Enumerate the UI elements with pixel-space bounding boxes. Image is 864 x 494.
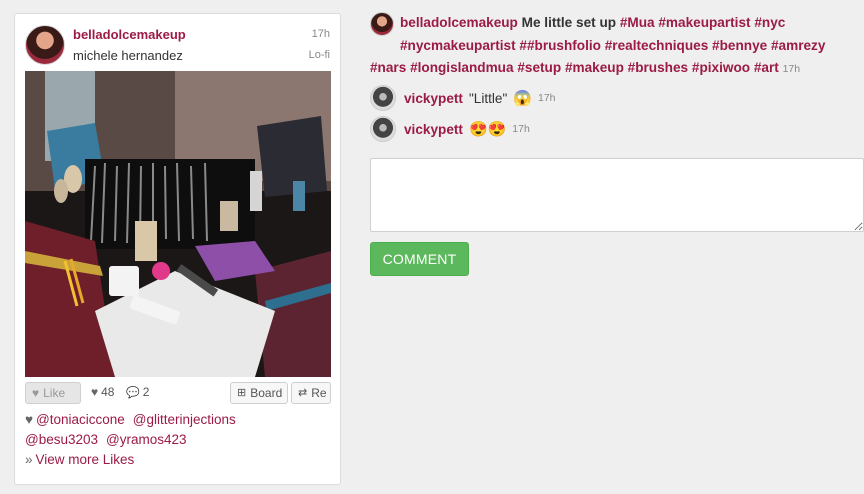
repost-icon: ⇄ bbox=[298, 387, 308, 399]
board-label: Board bbox=[250, 386, 283, 400]
liker-link[interactable]: @glitterinjections bbox=[133, 412, 236, 427]
heart-icon: ♥ bbox=[91, 385, 99, 399]
comment: vickypett 😍😍 17h bbox=[370, 116, 850, 142]
speech-bubble-icon: 💬 bbox=[126, 386, 140, 399]
post-time: 17h bbox=[311, 28, 330, 40]
view-more-likes-link[interactable]: » View more Likes bbox=[25, 452, 134, 467]
hashtag-link[interactable]: #nars bbox=[370, 60, 406, 75]
liker-link[interactable]: @toniaciccone bbox=[36, 412, 125, 427]
comment: vickypett "Little" 😱 17h bbox=[370, 85, 850, 111]
comment-time: 17h bbox=[538, 92, 556, 104]
avatar[interactable] bbox=[25, 25, 65, 65]
avatar[interactable] bbox=[370, 116, 396, 142]
hashtag-link[interactable]: #makeup bbox=[565, 60, 624, 75]
comment-input[interactable] bbox=[370, 158, 864, 232]
likers-list: ♥ @toniaciccone @glitterinjections @besu32… bbox=[25, 410, 331, 470]
comment-emoji: 😍😍 bbox=[468, 121, 507, 138]
liker-link[interactable]: @yramos423 bbox=[106, 432, 187, 447]
hashtag-link[interactable]: #art bbox=[754, 60, 779, 75]
hashtag-link[interactable]: #amrezy bbox=[771, 38, 825, 53]
heart-icon: ♥ bbox=[32, 386, 40, 400]
post-caption: belladolcemakeup Me little set up #Mua #… bbox=[370, 12, 840, 81]
avatar[interactable] bbox=[370, 85, 396, 111]
board-button[interactable]: ⊞ Board bbox=[230, 382, 288, 404]
post-photo[interactable] bbox=[25, 71, 331, 377]
post-actions: ♥ Like ♥ 48 💬 2 ⊞ Board ⇄ Re bbox=[25, 382, 331, 404]
hashtag-link[interactable]: #makeupartist bbox=[658, 15, 750, 30]
post-full-name: michele hernandez bbox=[73, 48, 183, 63]
repost-label: Re bbox=[311, 386, 327, 400]
hashtag-link[interactable]: ##brushfolio bbox=[519, 38, 601, 53]
post-username[interactable]: belladolcemakeup bbox=[73, 27, 186, 42]
repost-button[interactable]: ⇄ Re bbox=[291, 382, 331, 404]
comment-button[interactable]: COMMENT bbox=[370, 242, 469, 276]
likes-count: ♥ 48 bbox=[91, 385, 114, 399]
hashtag-link[interactable]: #Mua bbox=[620, 15, 655, 30]
heart-icon: ♥ bbox=[25, 412, 34, 427]
comments-count-value: 2 bbox=[142, 385, 150, 399]
like-label: Like bbox=[43, 386, 66, 400]
likes-count-value: 48 bbox=[101, 385, 115, 399]
hashtag-link[interactable]: #nyc bbox=[754, 15, 785, 30]
caption-username[interactable]: belladolcemakeup bbox=[400, 15, 518, 30]
comment-username[interactable]: vickypett bbox=[404, 122, 463, 137]
liker-link[interactable]: @besu3203 bbox=[25, 432, 98, 447]
makeup-setup-photo bbox=[25, 71, 331, 377]
caption-text: Me little set up bbox=[521, 15, 617, 30]
hashtag-link[interactable]: #nycmakeupartist bbox=[400, 38, 516, 53]
comment-username[interactable]: vickypett bbox=[404, 91, 463, 106]
hashtag-link[interactable]: #brushes bbox=[628, 60, 688, 75]
hashtag-link[interactable]: #bennye bbox=[712, 38, 767, 53]
raquo-icon: » bbox=[25, 452, 33, 467]
hashtag-link[interactable]: #longislandmua bbox=[410, 60, 513, 75]
hashtag-link[interactable]: #setup bbox=[517, 60, 561, 75]
post-filter: Lo-fi bbox=[308, 49, 330, 61]
caption-time: 17h bbox=[782, 63, 801, 75]
comment-time: 17h bbox=[512, 123, 530, 135]
comment-emoji: 😱 bbox=[513, 90, 532, 107]
hashtag-link[interactable]: #realtechniques bbox=[605, 38, 709, 53]
hashtag-link[interactable]: #pixiwoo bbox=[692, 60, 750, 75]
view-more-label: View more Likes bbox=[35, 452, 135, 467]
comments-count: 💬 2 bbox=[126, 385, 149, 399]
like-button[interactable]: ♥ Like bbox=[25, 382, 81, 404]
post-card: belladolcemakeup 17h michele hernandez L… bbox=[14, 13, 341, 485]
avatar[interactable] bbox=[370, 12, 394, 36]
comment-text: "Little" bbox=[468, 90, 508, 106]
plus-square-icon: ⊞ bbox=[237, 387, 247, 399]
